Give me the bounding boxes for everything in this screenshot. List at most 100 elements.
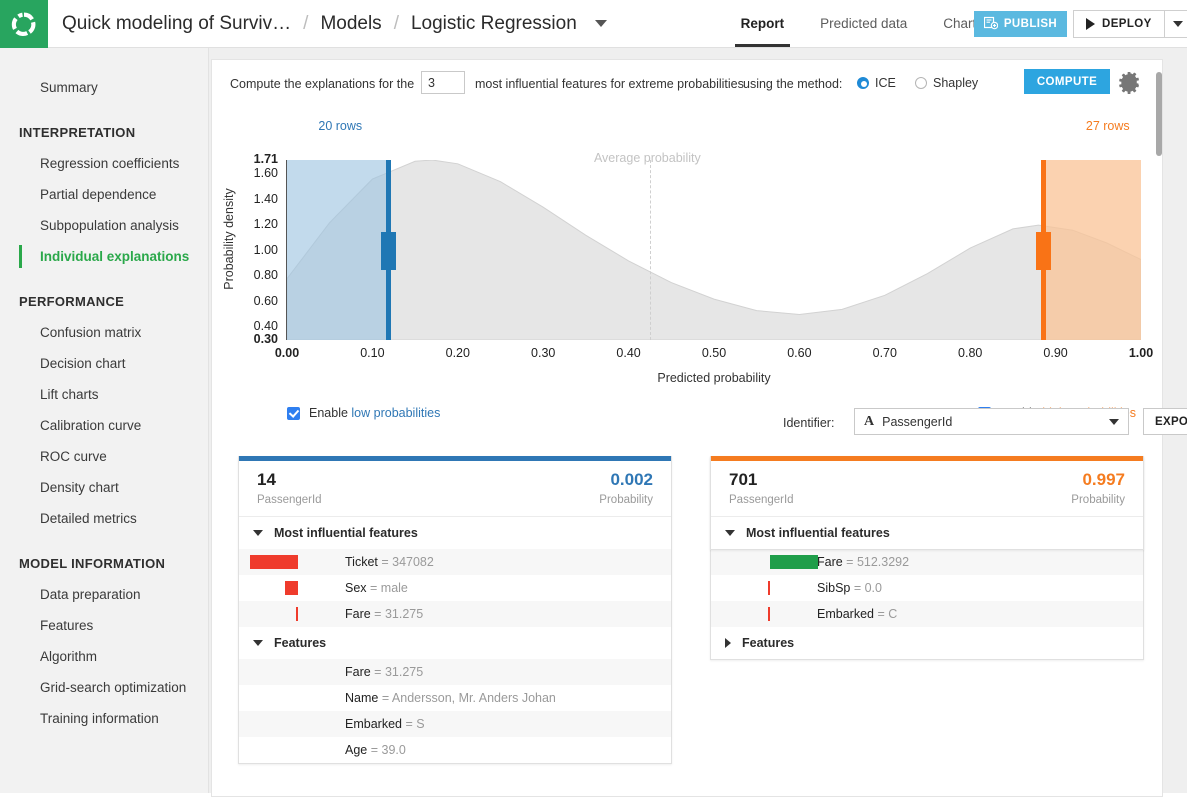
export-button[interactable]: EXPORT — [1143, 408, 1187, 435]
method-label-shapley: Shapley — [933, 76, 978, 90]
compute-text-method: using the method: — [743, 77, 842, 91]
card-probability: 0.997 — [1082, 470, 1125, 490]
x-axis-tick: 0.00 — [275, 346, 299, 360]
sidebar-item-grid-search-optimization[interactable]: Grid-search optimization — [0, 672, 208, 703]
sidebar-item-label: Individual explanations — [40, 249, 189, 264]
sidebar-item-detailed-metrics[interactable]: Detailed metrics — [0, 503, 208, 534]
sidebar: Summary INTERPRETATION Regression coeffi… — [0, 48, 209, 793]
feature-weight-bar — [285, 581, 298, 595]
chart-plot-area: Average probability 0.000.100.200.300.40… — [286, 160, 1140, 340]
sidebar-item-features[interactable]: Features — [0, 610, 208, 641]
y-axis-tick: 1.00 — [240, 243, 278, 257]
feature-weight-bar — [770, 555, 818, 569]
deploy-button-group: DEPLOY — [1073, 10, 1187, 38]
high-rows-label: 27 rows — [1086, 119, 1130, 133]
y-axis-tick: 0.30 — [240, 332, 278, 346]
x-axis-tick: 0.30 — [531, 346, 555, 360]
settings-gear-icon[interactable] — [1118, 70, 1142, 94]
feature-value: = 31.275 — [371, 607, 423, 621]
play-icon — [1086, 18, 1095, 30]
x-axis-label: Predicted probability — [287, 371, 1141, 385]
high-probability-band[interactable] — [1043, 160, 1141, 340]
feature-value: = 512.3292 — [843, 555, 909, 569]
sidebar-item-partial-dependence[interactable]: Partial dependence — [0, 179, 208, 210]
sidebar-item-confusion-matrix[interactable]: Confusion matrix — [0, 317, 208, 348]
deploy-dropdown-button[interactable] — [1165, 10, 1187, 38]
identifier-row: Identifier: A PassengerId EXPORT — [212, 408, 1164, 442]
tab-predicted-data[interactable]: Predicted data — [802, 0, 925, 47]
dataiku-logo[interactable] — [0, 0, 48, 48]
compute-button[interactable]: COMPUTE — [1024, 69, 1110, 94]
feature-weight-bar — [250, 555, 298, 569]
identifier-label: Identifier: — [783, 416, 834, 430]
breadcrumb-models[interactable]: Models — [320, 13, 381, 35]
feature-name: Ticket — [345, 555, 378, 569]
low-rows-label: 20 rows — [318, 119, 362, 133]
explanation-card: 14PassengerId0.002ProbabilityMost influe… — [238, 456, 672, 764]
breadcrumb-separator-2: / — [394, 13, 399, 35]
y-axis-ticks: 1.711.601.401.201.000.800.600.400.30 — [236, 114, 278, 389]
sidebar-item-summary[interactable]: Summary — [0, 72, 208, 103]
sidebar-item-algorithm[interactable]: Algorithm — [0, 641, 208, 672]
method-radio-ice[interactable]: ICE — [857, 76, 896, 90]
feature-name: Embarked — [345, 717, 402, 731]
radio-unselected-icon — [915, 77, 927, 89]
chevron-down-icon[interactable] — [595, 20, 607, 27]
method-radio-shapley[interactable]: Shapley — [915, 76, 978, 90]
tab-report[interactable]: Report — [723, 0, 803, 47]
sidebar-item-training-information[interactable]: Training information — [0, 703, 208, 734]
average-probability-label: Average probability — [594, 151, 701, 165]
sidebar-item-individual-explanations[interactable]: Individual explanations — [0, 241, 208, 272]
feature-row: Embarked = C — [711, 601, 1143, 627]
publish-button[interactable]: PUBLISH — [974, 11, 1067, 37]
sidebar-item-label: Lift charts — [40, 387, 99, 402]
sidebar-item-decision-chart[interactable]: Decision chart — [0, 348, 208, 379]
feature-value: = Andersson, Mr. Anders Johan — [378, 691, 556, 705]
feature-name-value: Sex = male — [345, 581, 408, 595]
sidebar-item-subpopulation-analysis[interactable]: Subpopulation analysis — [0, 210, 208, 241]
high-threshold-knob[interactable] — [1036, 232, 1051, 270]
feature-row: Ticket = 347082 — [239, 549, 671, 575]
card-section-label: Features — [742, 636, 794, 650]
feature-name-value: Ticket = 347082 — [345, 555, 434, 569]
feature-name-value: Fare = 31.275 — [345, 607, 423, 621]
card-section-header[interactable]: Most influential features — [711, 517, 1143, 549]
card-section-label: Most influential features — [746, 526, 890, 540]
card-probability-label: Probability — [599, 494, 653, 506]
card-section-header[interactable]: Features — [711, 627, 1143, 659]
deploy-button[interactable]: DEPLOY — [1073, 10, 1165, 38]
x-axis-tick: 0.40 — [616, 346, 640, 360]
sidebar-item-regression-coefficients[interactable]: Regression coefficients — [0, 148, 208, 179]
sidebar-item-label: Algorithm — [40, 649, 97, 664]
feature-value: = 0.0 — [850, 581, 882, 595]
sidebar-item-roc-curve[interactable]: ROC curve — [0, 441, 208, 472]
feature-row: Fare = 512.3292 — [711, 549, 1143, 575]
sidebar-item-label: Training information — [40, 711, 159, 726]
sidebar-item-calibration-curve[interactable]: Calibration curve — [0, 410, 208, 441]
explanation-card: 701PassengerId0.997ProbabilityMost influ… — [710, 456, 1144, 550]
y-axis-tick: 0.60 — [240, 294, 278, 308]
card-section-header[interactable]: Features — [239, 627, 671, 659]
method-label-ice: ICE — [875, 76, 896, 90]
sidebar-item-density-chart[interactable]: Density chart — [0, 472, 208, 503]
sidebar-item-label: Confusion matrix — [40, 325, 141, 340]
feature-name: Age — [345, 743, 367, 757]
card-probability-label: Probability — [1071, 494, 1125, 506]
identifier-select[interactable]: A PassengerId — [854, 408, 1129, 435]
sidebar-item-data-preparation[interactable]: Data preparation — [0, 579, 208, 610]
sidebar-item-label: Regression coefficients — [40, 156, 179, 171]
sidebar-item-label: ROC curve — [40, 449, 107, 464]
breadcrumb-model[interactable]: Logistic Regression — [411, 13, 577, 35]
low-probability-band[interactable] — [287, 160, 388, 340]
feature-name: Fare — [817, 555, 843, 569]
sidebar-item-lift-charts[interactable]: Lift charts — [0, 379, 208, 410]
card-section-header[interactable]: Most influential features — [239, 517, 671, 549]
sidebar-item-label: Density chart — [40, 480, 119, 495]
n-features-input[interactable] — [421, 71, 465, 94]
low-threshold-knob[interactable] — [381, 232, 396, 270]
breadcrumb-project[interactable]: Quick modeling of Surviv… — [62, 13, 291, 35]
sidebar-item-label: Data preparation — [40, 587, 141, 602]
card-section-label: Features — [274, 636, 326, 650]
feature-name: Sex — [345, 581, 367, 595]
sidebar-item-label: Features — [40, 618, 93, 633]
